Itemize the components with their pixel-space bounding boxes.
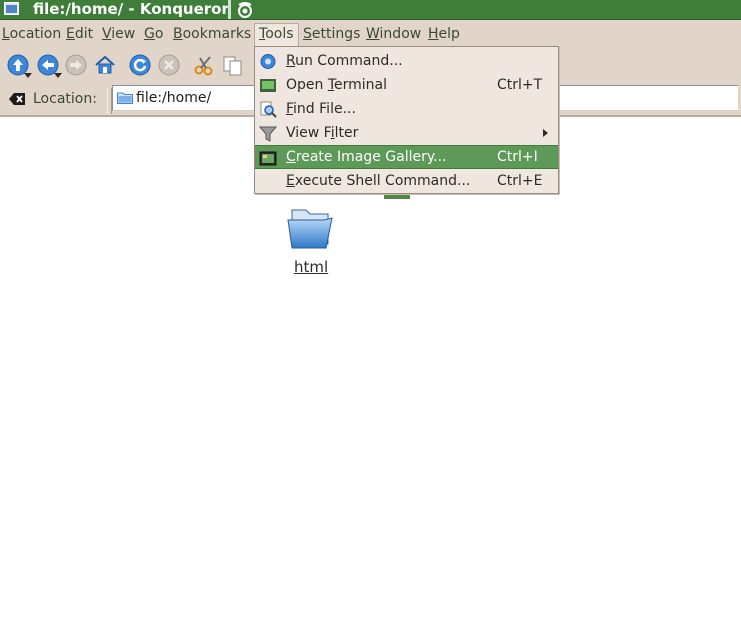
window-title: file:/home/ - Konqueror	[33, 0, 229, 18]
menu-go[interactable]: Go	[144, 25, 163, 44]
forward-button[interactable]	[64, 53, 88, 77]
menu-item-shortcut: Ctrl+I	[497, 149, 538, 165]
menu-item-run-command[interactable]: Run Command...	[255, 49, 558, 73]
menu-item-open-terminal[interactable]: Open Terminal Ctrl+T	[255, 73, 558, 97]
menu-item-shortcut: Ctrl+E	[497, 173, 543, 189]
home-icon	[95, 55, 115, 74]
reload-icon	[129, 54, 151, 76]
copy-icon	[223, 56, 242, 76]
tools-dropdown-menu: Run Command... Open Terminal Ctrl+T Find…	[254, 46, 559, 194]
menu-item-label: Find File...	[286, 101, 356, 117]
menu-item-shortcut: Ctrl+T	[497, 77, 543, 93]
menu-bar: Location Edit View Go Bookmarks Tools Se…	[0, 22, 741, 46]
terminal-icon	[260, 79, 276, 92]
menu-window[interactable]: Window	[366, 25, 421, 44]
cut-icon	[194, 56, 213, 76]
clear-location-icon[interactable]	[9, 92, 26, 106]
menu-help[interactable]: Help	[428, 25, 460, 44]
folder-label[interactable]: html	[294, 258, 328, 276]
copy-button[interactable]	[220, 53, 244, 77]
menu-tools[interactable]: Tools	[254, 23, 299, 46]
location-input-value: file:/home/	[136, 90, 212, 106]
stop-button[interactable]	[157, 53, 181, 77]
titlebar-separator	[228, 0, 231, 19]
menu-item-label: Run Command...	[286, 53, 403, 69]
back-button[interactable]	[36, 53, 62, 78]
location-label: Location:	[33, 91, 97, 107]
home-button[interactable]	[93, 53, 117, 77]
menu-view[interactable]: View	[102, 25, 135, 44]
menu-item-execute-shell-command[interactable]: Execute Shell Command... Ctrl+E	[255, 169, 558, 193]
menu-location[interactable]: Location	[2, 25, 61, 44]
menu-settings[interactable]: Settings	[303, 25, 360, 44]
menu-item-find-file[interactable]: Find File...	[255, 97, 558, 121]
filter-icon	[259, 126, 277, 142]
cut-button[interactable]	[192, 53, 216, 77]
menu-edit[interactable]: Edit	[66, 25, 93, 44]
menu-bookmarks[interactable]: Bookmarks	[173, 25, 251, 44]
menu-item-label: View Filter	[286, 125, 359, 141]
folder-icon	[117, 92, 133, 104]
find-file-icon	[260, 101, 277, 118]
reload-button[interactable]	[128, 53, 152, 77]
stop-icon	[158, 54, 180, 76]
menu-item-label: Open Terminal	[286, 77, 388, 93]
folder-icon[interactable]	[286, 204, 334, 252]
title-bar[interactable]: file:/home/ - Konqueror	[0, 0, 741, 20]
kde-swirl-icon[interactable]	[236, 1, 254, 18]
up-button[interactable]	[6, 53, 32, 78]
konqueror-window-icon[interactable]	[4, 2, 19, 15]
menu-item-view-filter[interactable]: View Filter	[255, 121, 558, 145]
submenu-arrow-icon	[543, 129, 548, 137]
forward-icon	[65, 54, 87, 76]
menu-item-label: Execute Shell Command...	[286, 173, 471, 189]
image-gallery-icon	[259, 151, 277, 166]
run-command-icon	[260, 54, 276, 69]
menu-item-create-image-gallery[interactable]: Create Image Gallery... Ctrl+I	[255, 145, 558, 169]
menu-item-label: Create Image Gallery...	[286, 149, 447, 165]
